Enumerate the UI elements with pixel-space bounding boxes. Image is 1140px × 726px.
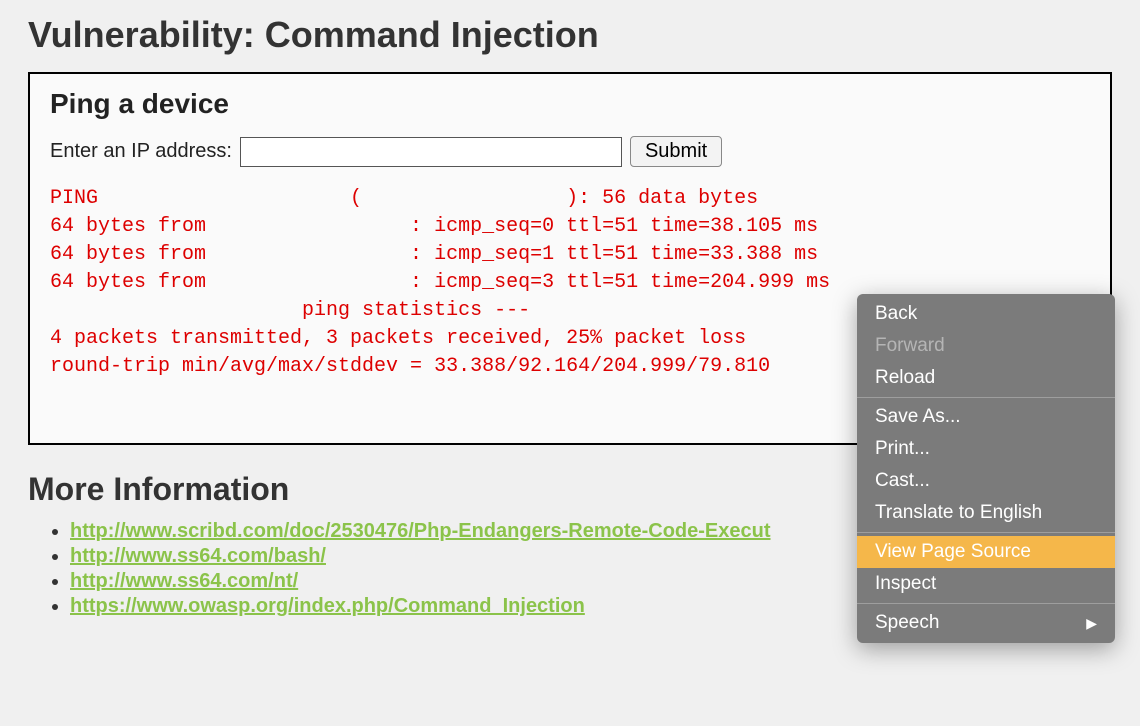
- info-link[interactable]: http://www.scribd.com/doc/2530476/Php-En…: [70, 520, 771, 542]
- context-menu-label: Cast...: [875, 470, 930, 492]
- context-menu-item[interactable]: Translate to English: [857, 497, 1115, 529]
- ip-input[interactable]: [240, 137, 622, 167]
- context-menu-label: Reload: [875, 367, 935, 389]
- context-menu-item: Forward: [857, 330, 1115, 362]
- context-menu-item[interactable]: Print...: [857, 433, 1115, 465]
- context-menu-label: Speech: [875, 612, 939, 634]
- submit-button[interactable]: Submit: [630, 136, 722, 167]
- context-menu-label: Forward: [875, 335, 945, 357]
- context-menu-label: Back: [875, 303, 917, 325]
- context-menu-label: Print...: [875, 438, 930, 460]
- context-menu-item[interactable]: Save As...: [857, 401, 1115, 433]
- context-menu: Back Forward Reload Save As... Print... Cast.…: [857, 294, 1115, 643]
- chevron-right-icon: ▶: [1086, 615, 1097, 632]
- context-menu-item[interactable]: Reload: [857, 362, 1115, 394]
- context-menu-item[interactable]: Cast...: [857, 465, 1115, 497]
- info-link[interactable]: http://www.ss64.com/bash/: [70, 545, 326, 567]
- context-menu-item[interactable]: Speech ▶: [857, 607, 1115, 639]
- panel-title: Ping a device: [50, 88, 1090, 120]
- context-menu-separator: [857, 532, 1115, 533]
- context-menu-item[interactable]: Inspect: [857, 568, 1115, 600]
- context-menu-label: Translate to English: [875, 502, 1042, 524]
- page-title: Vulnerability: Command Injection: [0, 0, 1140, 66]
- context-menu-label: Inspect: [875, 573, 936, 595]
- context-menu-separator: [857, 397, 1115, 398]
- info-link[interactable]: https://www.owasp.org/index.php/Command_…: [70, 595, 585, 617]
- ip-label: Enter an IP address:: [50, 140, 232, 163]
- context-menu-label: Save As...: [875, 406, 961, 428]
- context-menu-separator: [857, 603, 1115, 604]
- context-menu-label: View Page Source: [875, 541, 1031, 563]
- context-menu-item[interactable]: Back: [857, 298, 1115, 330]
- context-menu-item[interactable]: View Page Source: [857, 536, 1115, 568]
- info-link[interactable]: http://www.ss64.com/nt/: [70, 570, 298, 592]
- ping-form: Enter an IP address: Submit: [50, 136, 1090, 167]
